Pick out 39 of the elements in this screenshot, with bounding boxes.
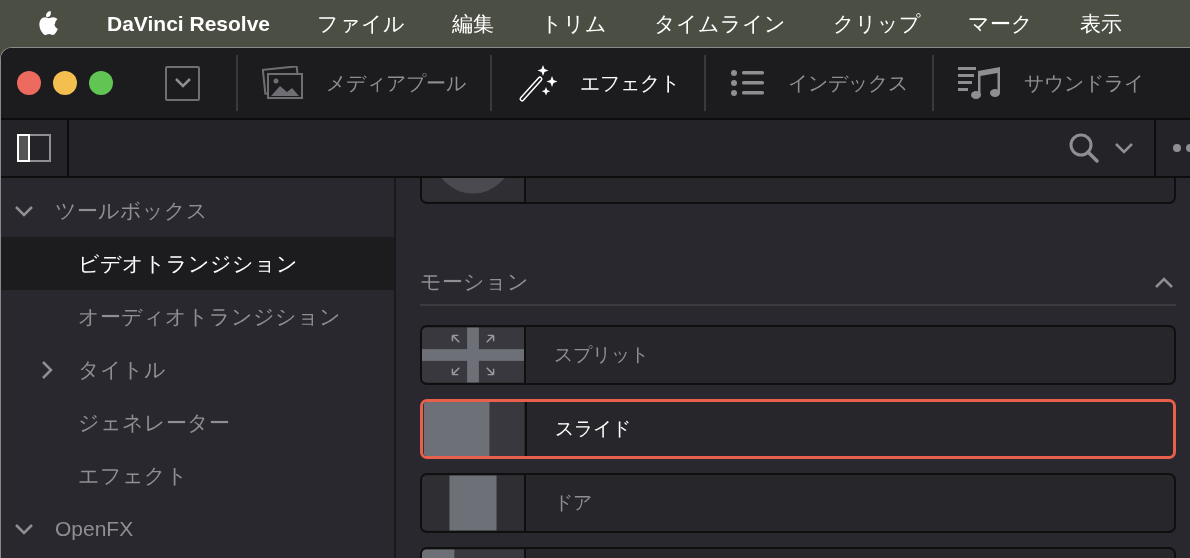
chevron-down-icon[interactable] [14,522,34,535]
sidebar-toggle-icon[interactable] [17,134,51,162]
menu-item[interactable]: クリップ [833,7,922,40]
chevron-up-icon[interactable] [1154,275,1174,289]
sidebar-item[interactable]: ジェネレーター [1,396,394,449]
chevron-right-icon[interactable] [41,359,53,380]
chevron-down-icon[interactable] [14,204,34,217]
effect-card[interactable]: ドア [420,473,1176,533]
list-icon [730,69,766,97]
effect-card[interactable]: スライド [420,399,1176,459]
sidebar-item[interactable]: OpenFX [1,502,394,555]
chevron-down-icon[interactable] [1114,142,1134,154]
sidebar-item[interactable]: エフェクト [1,449,394,502]
sidebar-item[interactable]: ツールボックス [1,184,394,237]
menu-item[interactable]: トリム [541,7,608,40]
search-icon[interactable] [1068,132,1100,164]
toolbar-tab[interactable]: サウンドライ [934,48,1168,118]
menu-item[interactable]: 表示 [1080,7,1123,40]
chevron-down-icon [173,77,192,89]
more-icon[interactable] [1172,143,1190,153]
menu-item[interactable]: ファイル [317,7,406,40]
menu-item[interactable]: 編集 [452,7,495,40]
effect-card[interactable]: スプリット [420,325,1176,385]
close-button[interactable] [17,71,41,95]
toolbar-tab[interactable]: インデックス [706,48,932,118]
toolbar-tab[interactable]: エフェクト [492,48,704,118]
music-note-icon [958,65,1002,101]
minimize-button[interactable] [53,71,77,95]
dropdown-button[interactable] [165,65,200,101]
menu-item[interactable]: マーク [968,7,1034,40]
zoom-button[interactable] [89,71,113,95]
menu-item[interactable]: タイムライン [654,7,787,40]
sidebar-item[interactable]: ビデオトランジション [1,237,394,290]
sidebar-item[interactable]: タイトル [1,343,394,396]
toolbar-tab[interactable]: メディアプール [238,48,490,118]
sidebar-item[interactable]: オーディオトランジション [1,290,394,343]
section-title: モーション [420,269,530,296]
image-stack-icon [262,66,304,100]
app-menu[interactable]: DaVinci Resolve [107,7,271,40]
